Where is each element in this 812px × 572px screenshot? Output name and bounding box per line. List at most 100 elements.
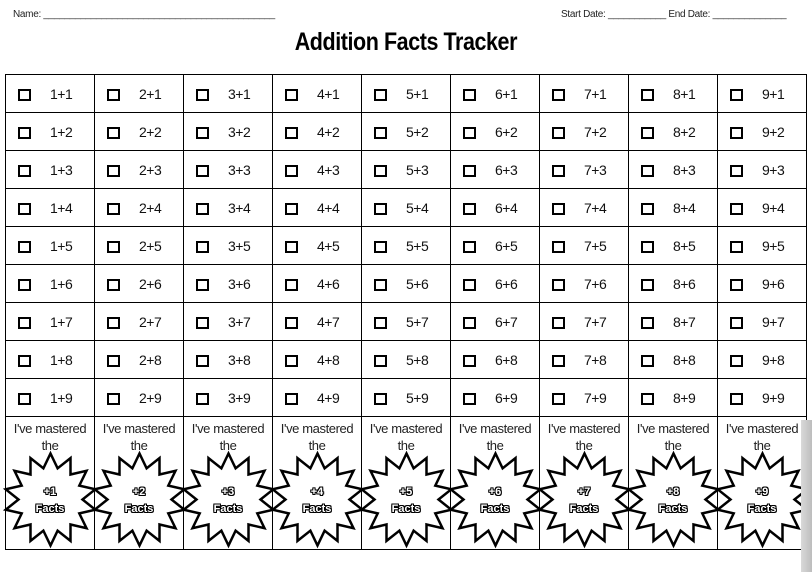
fact-checkbox[interactable] <box>107 392 120 405</box>
fact-label: 9+1 <box>762 85 785 102</box>
badge-fact-family: +6 <box>488 486 502 498</box>
fact-label: 2+9 <box>139 389 162 406</box>
fact-checkbox[interactable] <box>196 164 209 177</box>
fact-checkbox[interactable] <box>641 126 654 139</box>
mastered-caption: I've mastered the <box>6 420 94 454</box>
fact-checkbox[interactable] <box>463 278 476 291</box>
fact-checkbox[interactable] <box>552 354 565 367</box>
fact-checkbox[interactable] <box>196 392 209 405</box>
fact-checkbox[interactable] <box>641 278 654 291</box>
fact-checkbox[interactable] <box>374 126 387 139</box>
fact-checkbox[interactable] <box>463 354 476 367</box>
fact-checkbox[interactable] <box>18 164 31 177</box>
fact-checkbox[interactable] <box>18 88 31 101</box>
mastered-line-1: I've mastered <box>13 421 87 436</box>
fact-checkbox[interactable] <box>552 164 565 177</box>
fact-checkbox[interactable] <box>18 354 31 367</box>
fact-label: 8+2 <box>673 123 696 140</box>
fact-checkbox[interactable] <box>552 202 565 215</box>
fact-cell: 8+9 <box>628 378 718 417</box>
fact-checkbox[interactable] <box>18 240 31 253</box>
fact-checkbox[interactable] <box>107 278 120 291</box>
fact-checkbox[interactable] <box>374 392 387 405</box>
fact-checkbox[interactable] <box>463 202 476 215</box>
fact-checkbox[interactable] <box>18 392 31 405</box>
fact-checkbox[interactable] <box>463 88 476 101</box>
fact-checkbox[interactable] <box>730 240 743 253</box>
fact-label: 6+6 <box>495 275 518 292</box>
fact-checkbox[interactable] <box>463 126 476 139</box>
fact-checkbox[interactable] <box>730 278 743 291</box>
fact-checkbox[interactable] <box>641 164 654 177</box>
fact-checkbox[interactable] <box>730 316 743 329</box>
fact-checkbox[interactable] <box>285 240 298 253</box>
fact-checkbox[interactable] <box>374 88 387 101</box>
fact-checkbox[interactable] <box>374 164 387 177</box>
fact-checkbox[interactable] <box>641 392 654 405</box>
fact-checkbox[interactable] <box>18 316 31 329</box>
fact-checkbox[interactable] <box>107 240 120 253</box>
fact-checkbox[interactable] <box>463 316 476 329</box>
fact-checkbox[interactable] <box>641 240 654 253</box>
fact-cell: 2+6 <box>94 264 184 303</box>
fact-checkbox[interactable] <box>730 126 743 139</box>
fact-checkbox[interactable] <box>196 240 209 253</box>
fact-cell: 1+7 <box>5 302 95 341</box>
fact-checkbox[interactable] <box>196 202 209 215</box>
fact-checkbox[interactable] <box>196 316 209 329</box>
fact-label: 3+3 <box>228 161 251 178</box>
fact-checkbox[interactable] <box>463 240 476 253</box>
fact-checkbox[interactable] <box>552 126 565 139</box>
mastered-caption: I've mastered the <box>95 420 183 454</box>
fact-checkbox[interactable] <box>285 88 298 101</box>
fact-checkbox[interactable] <box>552 88 565 101</box>
fact-checkbox[interactable] <box>730 392 743 405</box>
fact-cell: 3+9 <box>183 378 273 417</box>
fact-checkbox[interactable] <box>374 316 387 329</box>
fact-checkbox[interactable] <box>196 126 209 139</box>
fact-checkbox[interactable] <box>196 278 209 291</box>
fact-checkbox[interactable] <box>107 126 120 139</box>
fact-checkbox[interactable] <box>374 240 387 253</box>
fact-checkbox[interactable] <box>285 164 298 177</box>
fact-checkbox[interactable] <box>18 278 31 291</box>
fact-checkbox[interactable] <box>730 88 743 101</box>
fact-label: 5+3 <box>406 161 429 178</box>
fact-checkbox[interactable] <box>196 88 209 101</box>
fact-checkbox[interactable] <box>641 354 654 367</box>
fact-checkbox[interactable] <box>285 354 298 367</box>
fact-checkbox[interactable] <box>285 126 298 139</box>
fact-label: 4+6 <box>317 275 340 292</box>
fact-checkbox[interactable] <box>107 202 120 215</box>
fact-checkbox[interactable] <box>107 316 120 329</box>
fact-label: 1+6 <box>50 275 73 292</box>
fact-checkbox[interactable] <box>552 392 565 405</box>
fact-checkbox[interactable] <box>552 316 565 329</box>
fact-checkbox[interactable] <box>18 126 31 139</box>
fact-checkbox[interactable] <box>463 164 476 177</box>
fact-checkbox[interactable] <box>730 354 743 367</box>
fact-checkbox[interactable] <box>552 240 565 253</box>
fact-checkbox[interactable] <box>285 392 298 405</box>
fact-cell: 3+1 <box>183 74 273 113</box>
fact-checkbox[interactable] <box>285 278 298 291</box>
fact-checkbox[interactable] <box>730 202 743 215</box>
fact-checkbox[interactable] <box>18 202 31 215</box>
fact-cell: 1+6 <box>5 264 95 303</box>
fact-checkbox[interactable] <box>285 202 298 215</box>
fact-checkbox[interactable] <box>107 354 120 367</box>
fact-checkbox[interactable] <box>374 202 387 215</box>
fact-checkbox[interactable] <box>641 316 654 329</box>
fact-checkbox[interactable] <box>641 202 654 215</box>
fact-checkbox[interactable] <box>107 88 120 101</box>
fact-cell: 1+3 <box>5 150 95 189</box>
fact-checkbox[interactable] <box>463 392 476 405</box>
fact-checkbox[interactable] <box>552 278 565 291</box>
fact-checkbox[interactable] <box>641 88 654 101</box>
fact-checkbox[interactable] <box>374 354 387 367</box>
fact-checkbox[interactable] <box>196 354 209 367</box>
fact-checkbox[interactable] <box>374 278 387 291</box>
fact-checkbox[interactable] <box>107 164 120 177</box>
fact-checkbox[interactable] <box>730 164 743 177</box>
fact-checkbox[interactable] <box>285 316 298 329</box>
